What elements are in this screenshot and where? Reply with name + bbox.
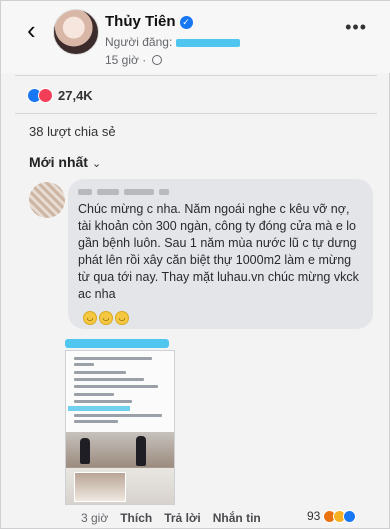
- verified-icon: ✓: [179, 16, 193, 29]
- comment-reaction-number: 93: [307, 509, 321, 523]
- doc-text-line: [74, 414, 162, 417]
- post-time-text: 15 giờ: [105, 53, 139, 67]
- emoji-icon: ◡: [83, 311, 97, 325]
- comment-reaction-count[interactable]: 93: [307, 509, 357, 523]
- post-screen: ‹ Thủy Tiên ✓ Người đăng: 15 giờ · ••• 27…: [0, 0, 390, 529]
- message-button[interactable]: Nhắn tin: [213, 511, 261, 525]
- like-reaction-icon: [343, 509, 357, 523]
- doc-text-line: [74, 357, 152, 360]
- doc-text-line: [74, 400, 132, 403]
- reaction-count: 27,4K: [58, 87, 93, 103]
- redaction-mark: [65, 339, 169, 348]
- post-header: ‹ Thủy Tiên ✓ Người đăng: 15 giờ · •••: [1, 1, 390, 73]
- share-count[interactable]: 38 lượt chia sẻ: [29, 124, 116, 139]
- photo-inset: [74, 472, 126, 502]
- redaction-mark: [176, 38, 241, 47]
- emoji-icon: ◡: [99, 311, 113, 325]
- doc-text-line: [74, 385, 158, 388]
- chevron-down-icon: ⌄: [91, 158, 102, 170]
- commenter-avatar[interactable]: [29, 182, 65, 218]
- emoji-row: ◡ ◡ ◡: [83, 311, 129, 325]
- comment-sort-label: Mới nhất: [29, 154, 88, 170]
- love-reaction-icon: [38, 87, 53, 103]
- comment-actions: 3 giờ Thích Trả lời Nhắn tin: [81, 511, 261, 525]
- doc-text-line: [74, 378, 144, 381]
- comment-time: 3 giờ: [81, 511, 109, 525]
- author-name-text[interactable]: Thủy Tiên: [105, 13, 176, 30]
- reaction-summary[interactable]: 27,4K: [27, 85, 93, 105]
- post-time: 15 giờ ·: [105, 53, 162, 67]
- back-arrow-icon[interactable]: ‹: [27, 17, 36, 43]
- like-button[interactable]: Thích: [120, 511, 152, 525]
- reply-button[interactable]: Trả lời: [164, 511, 201, 525]
- emoji-icon: ◡: [115, 311, 129, 325]
- photo-person: [80, 438, 90, 464]
- doc-text-line: [74, 420, 118, 423]
- poster-label: Người đăng:: [105, 35, 173, 49]
- globe-icon: [151, 55, 162, 65]
- author-name[interactable]: Thủy Tiên ✓: [105, 13, 193, 30]
- more-icon[interactable]: •••: [345, 17, 367, 38]
- comment-sort[interactable]: Mới nhất ⌄: [29, 154, 101, 170]
- comment-text: Chúc mừng c nha. Năm ngoái nghe c kêu vỡ…: [78, 202, 359, 301]
- commenter-name-blurred[interactable]: [78, 189, 363, 195]
- photo-person: [136, 436, 146, 466]
- divider: [15, 75, 377, 76]
- comment-image[interactable]: [65, 350, 175, 505]
- poster-line: Người đăng:: [105, 35, 241, 49]
- redaction-mark: [68, 406, 130, 411]
- doc-text-line: [74, 371, 126, 374]
- avatar[interactable]: [53, 9, 99, 55]
- comment-bubble: Chúc mừng c nha. Năm ngoái nghe c kêu vỡ…: [68, 179, 373, 329]
- doc-text-line: [74, 393, 114, 396]
- doc-text-line: [74, 363, 94, 366]
- divider: [15, 113, 377, 114]
